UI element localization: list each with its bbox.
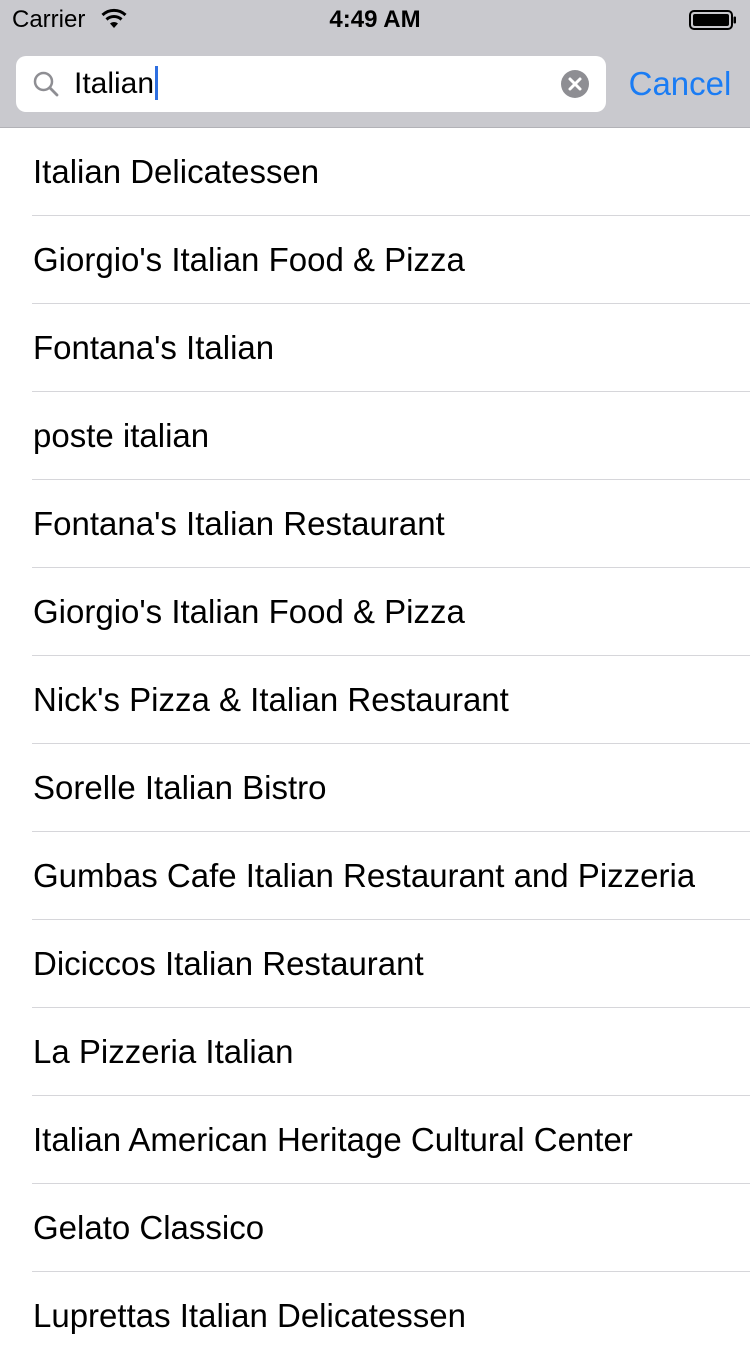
result-label: poste italian — [33, 417, 210, 454]
result-label: Gumbas Cafe Italian Restaurant and Pizze… — [33, 857, 696, 894]
result-label: Giorgio's Italian Food & Pizza — [33, 593, 465, 630]
result-row[interactable]: Luprettas Italian Delicatessen — [0, 1272, 750, 1360]
result-row[interactable]: Sorelle Italian Bistro — [0, 744, 750, 832]
result-label: Italian American Heritage Cultural Cente… — [33, 1121, 633, 1158]
result-label: Gelato Classico — [33, 1209, 265, 1246]
result-row[interactable]: Italian Delicatessen — [0, 128, 750, 216]
result-label: Fontana's Italian Restaurant — [33, 505, 445, 542]
result-label: Fontana's Italian — [33, 329, 275, 366]
result-row[interactable]: Giorgio's Italian Food & Pizza — [0, 568, 750, 656]
result-row[interactable]: Giorgio's Italian Food & Pizza — [0, 216, 750, 304]
result-row[interactable]: Gumbas Cafe Italian Restaurant and Pizze… — [0, 832, 750, 920]
battery-icon — [689, 10, 736, 30]
result-row[interactable]: Diciccos Italian Restaurant — [0, 920, 750, 1008]
result-label: Italian Delicatessen — [33, 153, 320, 190]
search-header: Carrier 4:49 AM Italian Cancel — [0, 0, 750, 128]
status-bar: Carrier 4:49 AM — [0, 0, 750, 40]
search-input-value: Italian — [74, 67, 155, 100]
result-row[interactable]: Fontana's Italian — [0, 304, 750, 392]
result-row[interactable]: Gelato Classico — [0, 1184, 750, 1272]
search-input[interactable]: Italian — [74, 64, 544, 104]
result-label: Luprettas Italian Delicatessen — [33, 1297, 466, 1334]
result-label: Nick's Pizza & Italian Restaurant — [33, 681, 509, 718]
result-row[interactable]: La Pizzeria Italian — [0, 1008, 750, 1096]
result-label: Sorelle Italian Bistro — [33, 769, 327, 806]
result-row[interactable]: poste italian — [0, 392, 750, 480]
result-label: La Pizzeria Italian — [33, 1033, 294, 1070]
clear-icon[interactable] — [561, 70, 589, 98]
status-time: 4:49 AM — [329, 6, 421, 33]
search-icon — [33, 71, 59, 97]
cancel-button[interactable]: Cancel — [620, 56, 740, 112]
text-cursor — [155, 66, 159, 101]
result-row[interactable]: Italian American Heritage Cultural Cente… — [0, 1096, 750, 1184]
result-label: Diciccos Italian Restaurant — [33, 945, 424, 982]
result-row[interactable]: Nick's Pizza & Italian Restaurant — [0, 656, 750, 744]
result-label: Giorgio's Italian Food & Pizza — [33, 241, 465, 278]
result-row[interactable]: Fontana's Italian Restaurant — [0, 480, 750, 568]
search-field[interactable]: Italian — [16, 56, 606, 112]
search-results-list: Italian Delicatessen Giorgio's Italian F… — [0, 128, 750, 1360]
